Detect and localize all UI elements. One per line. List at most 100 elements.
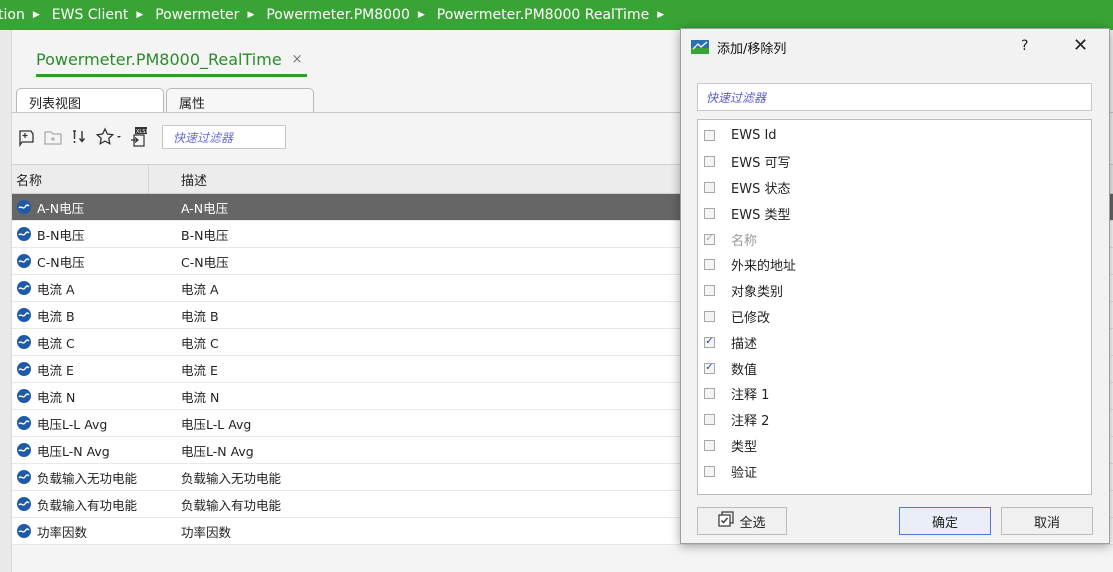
value-object-icon [17, 227, 31, 241]
value-object-icon [17, 389, 31, 403]
checkbox[interactable] [704, 285, 715, 297]
row-description: 负载输入无功电能 [181, 470, 282, 486]
breadcrumb-arrow-icon[interactable]: ▶ [657, 10, 664, 20]
column-option[interactable]: EWS 状态 [698, 175, 1091, 201]
export-xlsx-icon[interactable]: XLSX [128, 126, 150, 148]
checkbox[interactable]: ✓ [704, 336, 715, 348]
document-tab-label: Powermeter.PM8000_RealTime [36, 50, 282, 69]
column-option[interactable]: EWS 可写 [698, 149, 1091, 175]
new-folder-icon[interactable] [42, 126, 64, 148]
breadcrumb-arrow-icon: ▶ [417, 10, 425, 20]
column-option[interactable]: 注释 2 [698, 407, 1091, 433]
column-option-label: 名称 [731, 233, 758, 249]
breadcrumb-item[interactable]: EWS Client [52, 7, 129, 23]
column-option-label: 注释 2 [731, 414, 770, 430]
row-name: C-N电压 [37, 254, 85, 270]
checkbox[interactable] [704, 414, 715, 426]
column-option[interactable]: 已修改 [698, 304, 1091, 330]
row-name: 电流 B [37, 308, 75, 324]
checkbox[interactable] [704, 181, 715, 193]
checkbox[interactable]: ✓ [704, 362, 715, 374]
column-option[interactable]: ✓ 描述 [698, 329, 1091, 355]
close-icon[interactable]: × [292, 52, 303, 67]
row-description: B-N电压 [181, 227, 229, 243]
row-name: 电压L-N Avg [37, 443, 110, 459]
column-option[interactable]: EWS 类型 [698, 200, 1091, 226]
checkbox[interactable] [704, 207, 715, 219]
row-description: 电流 C [181, 335, 219, 351]
column-option[interactable]: EWS Id [698, 123, 1091, 149]
select-all-label: 全选 [739, 515, 766, 531]
value-object-icon [17, 308, 31, 322]
favorites-star-icon[interactable] [94, 126, 124, 148]
document-tab[interactable]: Powermeter.PM8000_RealTime × [36, 50, 303, 69]
breadcrumb-item[interactable]: Powermeter [155, 7, 239, 23]
row-name: 负载输入无功电能 [37, 470, 138, 486]
column-option[interactable]: ✓ 数值 [698, 355, 1091, 381]
row-name-cell: 功率因数 [12, 522, 149, 541]
ok-button[interactable]: 确定 [899, 507, 991, 535]
value-object-icon [17, 416, 31, 430]
row-name-cell: A-N电压 [12, 198, 149, 217]
value-object-icon [17, 335, 31, 349]
column-option-label: 注释 1 [731, 388, 770, 404]
column-option-label: 类型 [731, 439, 758, 455]
app-icon [691, 40, 709, 54]
row-name-cell: 电流 A [12, 279, 149, 298]
cancel-button[interactable]: 取消 [1001, 507, 1093, 535]
breadcrumb-arrow-icon: ▶ [136, 10, 144, 20]
tab-list-view[interactable]: 列表视图 [16, 88, 164, 112]
column-header-description[interactable]: 描述 [149, 165, 207, 193]
column-options-list: EWS Id EWS 可写 EWS 状态 EWS 类型 ✓ 名称 外来的地址 对象类别 已修改 ✓… [697, 119, 1092, 495]
close-icon[interactable]: ✕ [1073, 35, 1088, 56]
column-option[interactable]: 对象类别 [698, 278, 1091, 304]
row-name: 电流 E [37, 362, 74, 378]
row-name-cell: 电流 E [12, 360, 149, 379]
column-option-label: 对象类别 [731, 285, 784, 301]
select-all-button[interactable]: 全选 [697, 507, 787, 535]
column-option[interactable]: 类型 [698, 433, 1091, 459]
row-name-cell: 负载输入有功电能 [12, 495, 149, 514]
row-name: 电流 C [37, 335, 75, 351]
quick-filter-input[interactable]: 快速过滤器 [162, 125, 286, 149]
row-description: 功率因数 [181, 524, 232, 540]
row-description: 电压L-L Avg [181, 416, 252, 432]
column-header-name[interactable]: 名称 [12, 165, 149, 193]
checkbox[interactable] [704, 259, 715, 271]
column-option-label: 数值 [731, 362, 758, 378]
checkbox[interactable] [704, 439, 715, 451]
column-option[interactable]: 验证 [698, 458, 1091, 484]
column-option-label: 验证 [731, 465, 758, 481]
breadcrumb-item[interactable]: tion [0, 7, 25, 23]
column-option[interactable]: 外来的地址 [698, 252, 1091, 278]
new-object-icon[interactable] [16, 126, 38, 148]
sort-icon[interactable] [68, 126, 90, 148]
row-name: 电流 A [37, 281, 75, 297]
tab-properties[interactable]: 属性 [166, 88, 314, 112]
dialog-filter-input[interactable]: 快速过滤器 [697, 83, 1092, 111]
column-option-label: EWS 状态 [731, 181, 791, 197]
checkbox[interactable] [704, 388, 715, 400]
column-option-label: 已修改 [731, 310, 771, 326]
left-rail [0, 30, 12, 572]
row-name-cell: C-N电压 [12, 252, 149, 271]
breadcrumb-item[interactable]: Powermeter.PM8000 [266, 7, 410, 23]
checkbox[interactable] [704, 310, 715, 322]
row-name-cell: 负载输入无功电能 [12, 468, 149, 487]
row-name: 电压L-L Avg [37, 416, 108, 432]
help-icon[interactable]: ? [1021, 38, 1028, 54]
checkbox[interactable] [704, 130, 715, 142]
breadcrumb-arrow-icon: ▶ [32, 10, 40, 20]
checkbox[interactable] [704, 465, 715, 477]
row-name: 负载输入有功电能 [37, 497, 138, 513]
row-name-cell: B-N电压 [12, 225, 149, 244]
checkbox[interactable] [704, 156, 715, 168]
breadcrumb-item[interactable]: Powermeter.PM8000 RealTime [437, 7, 649, 23]
column-option-label: 外来的地址 [731, 259, 797, 275]
column-option[interactable]: 注释 1 [698, 381, 1091, 407]
row-name: A-N电压 [37, 200, 85, 216]
add-remove-columns-dialog: 添加/移除列 ? ✕ 快速过滤器 EWS Id EWS 可写 EWS 状态 EWS 类… [680, 28, 1110, 544]
document-tab-underline [36, 74, 307, 77]
column-option-label: 描述 [731, 336, 758, 352]
column-option: ✓ 名称 [698, 226, 1091, 252]
